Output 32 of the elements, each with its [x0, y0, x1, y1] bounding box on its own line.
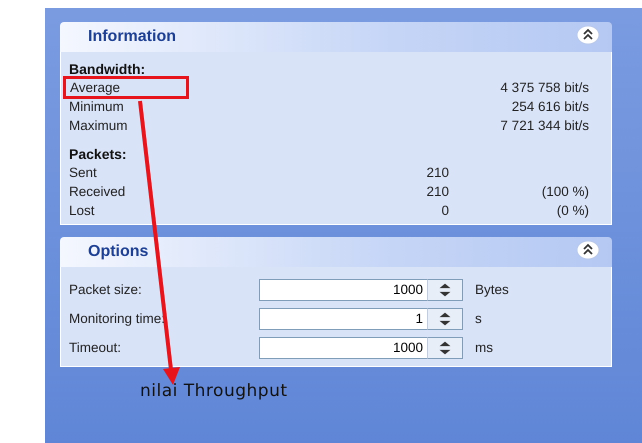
unit-label: Bytes — [475, 282, 509, 297]
stat-value: 210 — [425, 164, 449, 182]
stat-label: Average — [70, 80, 120, 95]
stat-value: 0 — [440, 202, 449, 220]
stat-percent: (0 %) — [556, 202, 589, 220]
unit-label: s — [475, 311, 482, 326]
stat-label: Received — [69, 183, 126, 201]
number-field[interactable]: 1 — [259, 308, 427, 330]
section-header[interactable]: Information — [60, 22, 612, 52]
field-label: Packet size: — [69, 282, 143, 297]
stat-value: 254 616 bit/s — [510, 98, 589, 116]
number-field[interactable]: 1000 — [259, 336, 427, 358]
collapse-icon[interactable] — [576, 240, 600, 260]
spinner-icon[interactable] — [427, 278, 463, 300]
stat-label: Maximum — [69, 118, 128, 133]
group-heading: Bandwidth: — [69, 60, 146, 78]
stat-label: Minimum — [69, 99, 124, 114]
group-heading: Packets: — [69, 145, 128, 163]
spinner-icon[interactable] — [427, 308, 463, 330]
stat-value: 4 375 758 bit/s — [499, 79, 589, 97]
stat-label: Sent — [69, 164, 98, 182]
stat-percent: (100 %) — [540, 183, 589, 201]
unit-label: ms — [475, 340, 493, 355]
section-header[interactable]: Options — [60, 237, 612, 267]
annotation-caption: nilai Throughput — [139, 381, 289, 401]
stat-value: 7 721 344 bit/s — [499, 117, 589, 135]
field-label: Timeout: — [69, 340, 122, 355]
spinner-icon[interactable] — [427, 336, 463, 358]
collapse-icon[interactable] — [576, 24, 600, 44]
stat-label: Lost — [69, 202, 96, 220]
stat-value: 210 — [425, 183, 449, 201]
number-field[interactable]: 1000 — [259, 278, 427, 300]
